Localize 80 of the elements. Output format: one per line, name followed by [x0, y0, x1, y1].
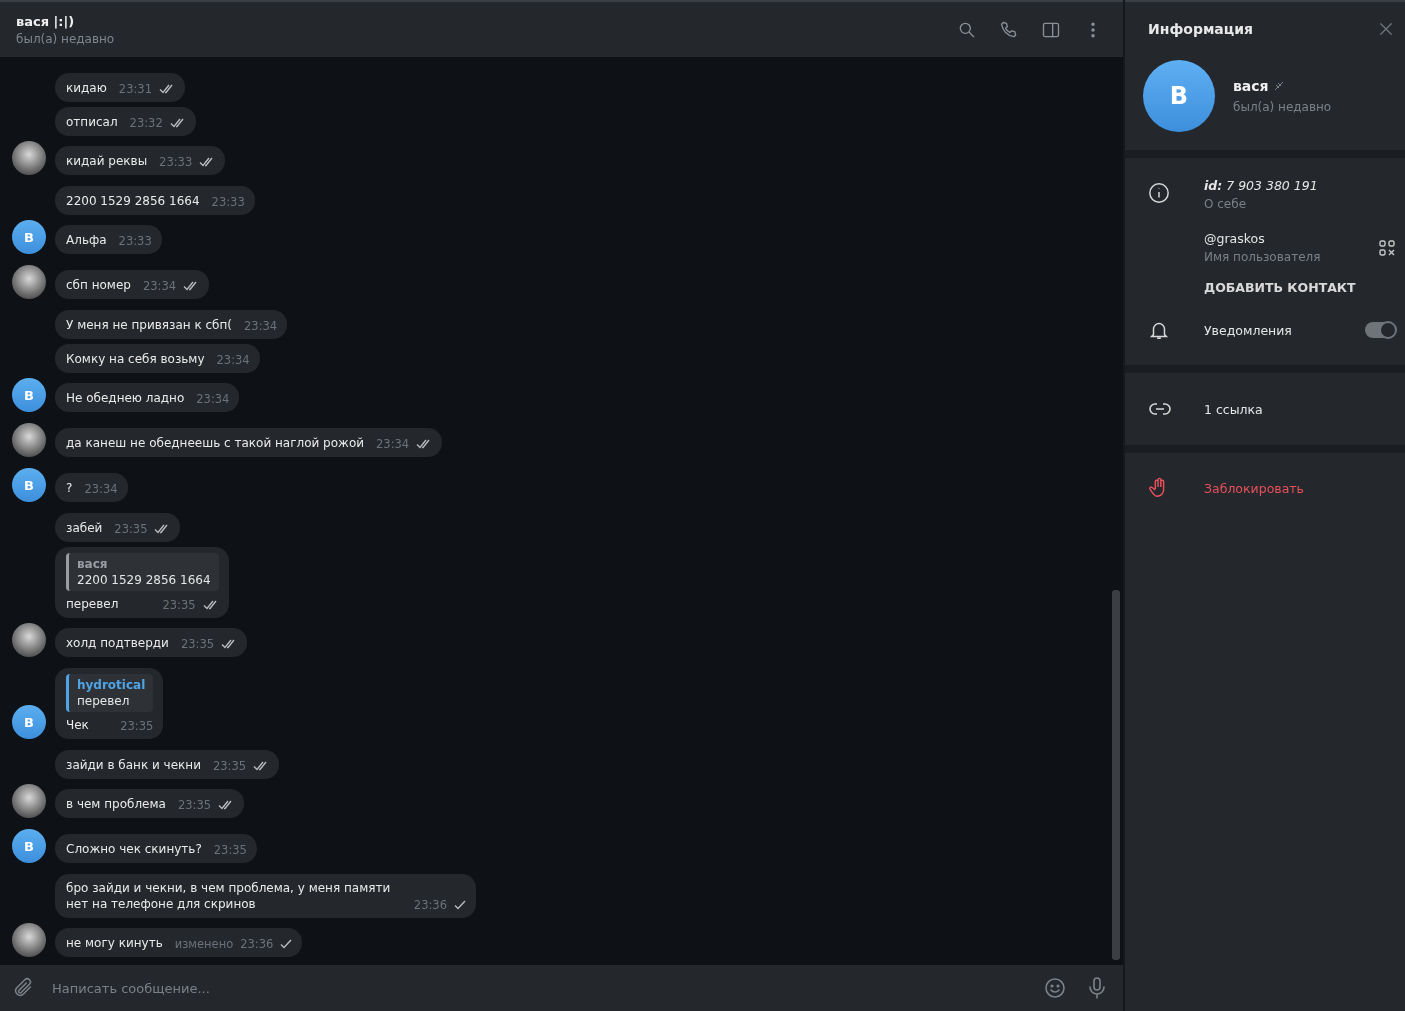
message-time: 23:34: [376, 437, 410, 451]
message-time: 23:35: [213, 843, 247, 857]
message-text: У меня не привязан к сбп(: [66, 317, 233, 333]
qr-code-icon[interactable]: [1379, 239, 1395, 256]
message-text: зайди в банк и чекни: [66, 757, 201, 773]
message-time: 23:34: [196, 392, 230, 406]
username-label: Имя пользователя: [1204, 250, 1322, 264]
message-time: 23:35: [120, 719, 154, 733]
message-text: ?: [66, 480, 73, 496]
avatar[interactable]: В: [12, 378, 46, 412]
message-text: Комку на себя возьму: [66, 351, 205, 367]
scrollbar-thumb[interactable]: [1112, 590, 1120, 960]
avatar-photo[interactable]: [12, 265, 46, 299]
message-text: отписал: [66, 114, 118, 130]
reply-text: 2200 1529 2856 1664: [77, 572, 211, 588]
emoji-icon[interactable]: [1043, 976, 1067, 1000]
message-text: перевел: [66, 596, 119, 612]
avatar[interactable]: В: [12, 705, 46, 739]
message-text: Чек: [66, 717, 89, 733]
avatar[interactable]: В: [12, 468, 46, 502]
message-time: 23:35: [114, 522, 148, 536]
profile-avatar: В: [1143, 60, 1215, 132]
avatar-photo[interactable]: [12, 623, 46, 657]
block-button[interactable]: Заблокировать: [1204, 480, 1304, 496]
reply-author: hydrotical: [77, 677, 146, 693]
message-text: сбп номер: [66, 277, 131, 293]
profile-status: был(а) недавно: [1233, 100, 1332, 114]
profile-name: вася: [1233, 78, 1269, 94]
message-time: 23:34: [244, 319, 278, 333]
panel-title: Информация: [1148, 21, 1253, 37]
notifications-label: Уведомления: [1204, 322, 1293, 338]
chat-title: вася |:|): [16, 13, 76, 29]
message-text: холд подтверди: [66, 635, 169, 651]
message-text: да канеш не обеднеешь с такой наглой рожой: [66, 435, 365, 451]
chat-status: был(а) недавно: [16, 31, 116, 46]
message-time: 23:35: [180, 637, 215, 651]
message-text: кидаю: [66, 80, 107, 96]
message-text: бро зайди и чекни, в чем проблема, у меня памяти нет на телефоне для скринов: [66, 880, 392, 912]
message-time: 23:35: [213, 759, 247, 773]
message-text: 2200 1529 2856 1664: [66, 193, 200, 209]
close-icon[interactable]: [1377, 20, 1395, 38]
avatar-photo[interactable]: [12, 784, 46, 818]
message-time: 23:35: [162, 598, 196, 612]
message-time: 23:32: [129, 116, 163, 130]
edited-label: изменено: [174, 937, 234, 951]
message-time: 23:36: [240, 937, 274, 951]
reply-text: перевел: [77, 693, 131, 709]
message-time: 23:36: [413, 898, 447, 912]
add-contact-button[interactable]: ДОБАВИТЬ КОНТАКТ: [1204, 280, 1356, 295]
paperclip-icon[interactable]: [12, 977, 34, 999]
username[interactable]: @graskos: [1204, 231, 1379, 246]
notifications-toggle[interactable]: [1365, 322, 1395, 338]
message-time: 23:34: [84, 482, 118, 496]
avatar[interactable]: В: [12, 829, 46, 863]
message-time: 23:35: [177, 798, 212, 812]
reply-author: вася: [77, 556, 109, 572]
message-text: кидай реквы: [66, 153, 148, 169]
phone-icon[interactable]: [999, 19, 1019, 40]
reply-quote[interactable]: вася 2200 1529 2856 1664: [66, 553, 219, 591]
message-time: 23:31: [118, 82, 152, 96]
message-text: Сложно чек скинуть?: [66, 841, 202, 857]
message-time: 23:33: [118, 234, 152, 248]
reply-quote[interactable]: hydrotical перевел: [66, 674, 154, 712]
message-text: Альфа: [66, 232, 107, 248]
message-time: 23:34: [216, 353, 250, 367]
info-icon: [1148, 182, 1170, 204]
user-id: id: 7 903 380 191: [1204, 178, 1319, 193]
message-time: 23:34: [142, 279, 177, 293]
links-item[interactable]: 1 ссылка: [1204, 401, 1263, 417]
message-time: 23:33: [159, 155, 193, 169]
message-time: 23:33: [211, 195, 245, 209]
avatar-photo[interactable]: [12, 141, 46, 175]
message-text: в чем проблема: [66, 796, 166, 812]
bio-label: О себе: [1204, 197, 1248, 211]
avatar-photo[interactable]: [12, 923, 46, 957]
message-text: забей: [66, 520, 103, 536]
avatar-photo[interactable]: [12, 423, 46, 457]
message-text: не могу кинуть: [66, 935, 163, 951]
message-text: Не обеднею ладно: [66, 390, 185, 406]
avatar[interactable]: В: [12, 220, 46, 254]
